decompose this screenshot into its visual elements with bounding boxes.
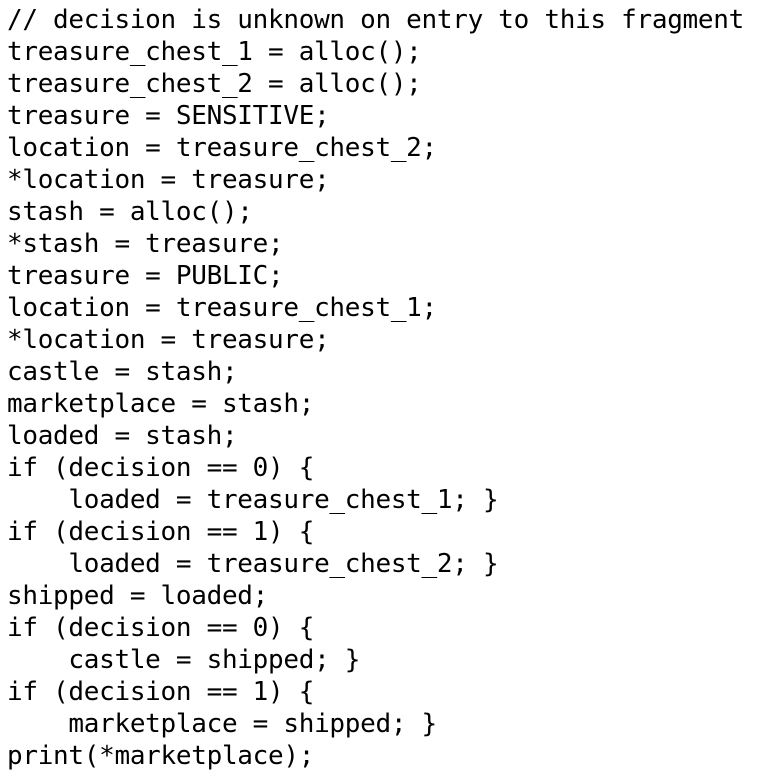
code-line: shipped = loaded; [7, 581, 269, 611]
code-line: if (decision == 0) { [7, 453, 315, 483]
code-line: treasure = SENSITIVE; [7, 101, 330, 131]
code-line: treasure_chest_2 = alloc(); [7, 69, 422, 99]
code-block: // decision is unknown on entry to this … [7, 4, 777, 772]
code-line: loaded = treasure_chest_2; } [7, 549, 499, 579]
code-line: marketplace = shipped; } [7, 709, 437, 739]
code-line: *stash = treasure; [7, 229, 284, 259]
code-line: castle = shipped; } [7, 645, 361, 675]
code-line: print(*marketplace); [7, 741, 315, 771]
code-line: loaded = treasure_chest_1; } [7, 485, 499, 515]
code-line: if (decision == 1) { [7, 517, 315, 547]
code-line-comment: // decision is unknown on entry to this … [7, 5, 744, 35]
code-line: *location = treasure; [7, 325, 330, 355]
code-line: castle = stash; [7, 357, 238, 387]
code-line: if (decision == 1) { [7, 677, 315, 707]
code-line: loaded = stash; [7, 421, 238, 451]
code-line: *location = treasure; [7, 165, 330, 195]
code-line: if (decision == 0) { [7, 613, 315, 643]
code-line: location = treasure_chest_2; [7, 133, 437, 163]
code-line: marketplace = stash; [7, 389, 315, 419]
code-line: treasure_chest_1 = alloc(); [7, 37, 422, 67]
code-line: location = treasure_chest_1; [7, 293, 437, 323]
code-line: treasure = PUBLIC; [7, 261, 284, 291]
code-line: stash = alloc(); [7, 197, 253, 227]
